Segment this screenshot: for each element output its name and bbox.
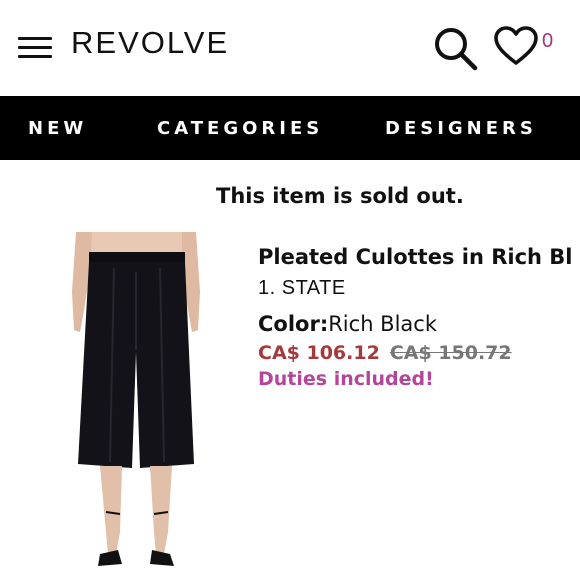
price-row: CA$ 106.12 CA$ 150.72 <box>258 342 580 364</box>
sale-price: CA$ 106.12 <box>258 342 380 364</box>
header: REVOLVE 0 <box>0 0 580 96</box>
main-navigation: NEW CATEGORIES DESIGNERS <box>0 96 580 160</box>
product-image[interactable] <box>70 232 202 570</box>
product-title[interactable]: Pleated Culottes in Rich Bl <box>258 243 580 271</box>
color-value: Rich Black <box>328 312 437 336</box>
wishlist-count-badge[interactable]: 0 <box>542 30 553 53</box>
sold-out-notice: This item is sold out. <box>216 184 464 208</box>
hamburger-menu-icon[interactable] <box>18 37 52 59</box>
site-logo[interactable]: REVOLVE <box>71 25 229 61</box>
color-label: Color: <box>258 312 329 336</box>
nav-item-new[interactable]: NEW <box>28 118 87 139</box>
product-details: Pleated Culottes in Rich Bl 1. STATE Col… <box>258 243 580 390</box>
original-price: CA$ 150.72 <box>389 342 512 364</box>
product-brand[interactable]: 1. STATE <box>258 277 580 300</box>
nav-item-categories[interactable]: CATEGORIES <box>157 118 323 139</box>
nav-item-designers[interactable]: DESIGNERS <box>385 118 537 139</box>
heart-icon[interactable] <box>493 25 539 67</box>
product-color: Color:Rich Black <box>258 312 580 336</box>
duties-note: Duties included! <box>258 368 434 390</box>
search-icon[interactable] <box>431 24 479 72</box>
